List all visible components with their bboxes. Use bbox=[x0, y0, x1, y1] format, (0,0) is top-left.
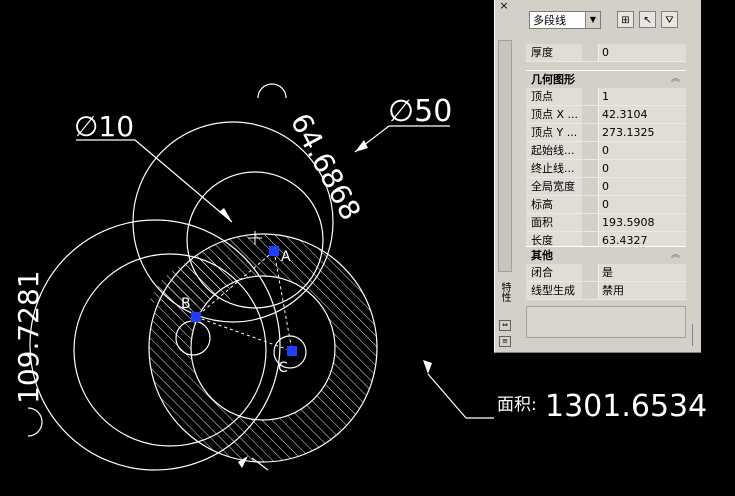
prop-row-global-width[interactable]: 全局宽度 0 bbox=[526, 178, 686, 196]
prop-row-vertex-y[interactable]: 顶点 Y ... 273.1325 bbox=[526, 124, 686, 142]
prop-value[interactable]: 0 bbox=[598, 44, 686, 61]
pickadd-icon: ⊞ bbox=[621, 15, 630, 26]
prop-name: 顶点 X ... bbox=[526, 106, 582, 123]
object-type-value: 多段线 bbox=[533, 14, 566, 27]
prop-value[interactable]: 禁用 bbox=[598, 282, 686, 299]
palette-menu-icon[interactable]: ≡ bbox=[499, 336, 511, 347]
prop-name: 标高 bbox=[526, 196, 582, 213]
resize-grip[interactable] bbox=[692, 324, 699, 346]
close-icon[interactable]: × bbox=[498, 0, 510, 12]
prop-row-end-width[interactable]: 终止线... 0 bbox=[526, 160, 686, 178]
grip-b[interactable] bbox=[191, 312, 201, 322]
area-value: 1301.6534 bbox=[545, 389, 707, 424]
label-b: B bbox=[181, 296, 191, 312]
general-section: 厚度 0 bbox=[526, 44, 686, 62]
quick-select-button[interactable]: ⛛ bbox=[661, 11, 678, 28]
object-type-select[interactable]: 多段线 ▼ bbox=[529, 11, 601, 29]
palette-scrollbar[interactable] bbox=[498, 40, 512, 272]
prop-name: 起始线... bbox=[526, 142, 582, 159]
grip-c[interactable] bbox=[287, 346, 297, 356]
prop-name: 顶点 bbox=[526, 88, 582, 105]
palette-sidebar: × 特性 ⇔ ≡ bbox=[495, 0, 513, 352]
funnel-icon: ⛛ bbox=[665, 15, 674, 26]
label-c: C bbox=[278, 360, 288, 376]
prop-name: 终止线... bbox=[526, 160, 582, 177]
prop-value[interactable]: 0 bbox=[598, 142, 686, 159]
dim-arc-109: 109.7281 bbox=[12, 270, 45, 404]
prop-row-start-width[interactable]: 起始线... 0 bbox=[526, 142, 686, 160]
prop-row-area[interactable]: 面积 193.5908 bbox=[526, 214, 686, 232]
label-a: A bbox=[281, 249, 291, 265]
select-objects-button[interactable]: ↖ bbox=[639, 11, 656, 28]
prop-value[interactable]: 273.1325 bbox=[598, 124, 686, 141]
chevron-down-icon[interactable]: ▼ bbox=[585, 12, 600, 28]
misc-header[interactable]: 其他 ︽ bbox=[526, 246, 686, 264]
prop-row-elevation[interactable]: 标高 0 bbox=[526, 196, 686, 214]
prop-value[interactable]: 0 bbox=[598, 178, 686, 195]
prop-name: 闭合 bbox=[526, 264, 582, 281]
prop-row-vertex-x[interactable]: 顶点 X ... 42.3104 bbox=[526, 106, 686, 124]
prop-value: 193.5908 bbox=[598, 214, 686, 231]
autohide-icon[interactable]: ⇔ bbox=[499, 320, 511, 331]
prop-name: 顶点 Y ... bbox=[526, 124, 582, 141]
collapse-icon[interactable]: ︽ bbox=[671, 247, 680, 264]
grip-a[interactable] bbox=[269, 246, 279, 256]
misc-section: 其他 ︽ 闭合是 线型生成 禁用 bbox=[526, 246, 686, 300]
prop-row-thickness[interactable]: 厚度 0 bbox=[526, 44, 686, 62]
properties-palette[interactable]: × 特性 ⇔ ≡ 多段线 ▼ ⊞ ↖ ⛛ 厚度 0 几何图形 ︽ 顶点 1 顶点 bbox=[494, 0, 701, 353]
prop-row-linetype-gen[interactable]: 线型生成 禁用 bbox=[526, 282, 686, 300]
prop-name: 线型生成 bbox=[526, 282, 582, 299]
area-label: 面积: bbox=[497, 395, 537, 415]
misc-header-label: 其他 bbox=[531, 249, 553, 262]
prop-row-vertex[interactable]: 顶点 1 bbox=[526, 88, 686, 106]
description-panel bbox=[526, 306, 686, 338]
geometry-header[interactable]: 几何图形 ︽ bbox=[526, 70, 686, 88]
prop-value[interactable]: 0 bbox=[598, 160, 686, 177]
prop-name: 面积 bbox=[526, 214, 582, 231]
palette-toolbar: 多段线 ▼ ⊞ ↖ ⛛ bbox=[529, 8, 693, 32]
dim-diameter-10: ∅10 bbox=[74, 110, 134, 143]
palette-title: 特性 bbox=[499, 282, 510, 302]
prop-value[interactable]: 是 bbox=[598, 264, 686, 281]
geometry-section: 几何图形 ︽ 顶点 1 顶点 X ... 42.3104 顶点 Y ... 273.1… bbox=[526, 70, 686, 250]
select-cursor-icon: ↖ bbox=[643, 15, 652, 26]
toggle-pickadd-button[interactable]: ⊞ bbox=[617, 11, 634, 28]
dim-diameter-50: ∅50 bbox=[388, 94, 452, 129]
prop-value[interactable]: 1 bbox=[598, 88, 686, 105]
prop-name: 厚度 bbox=[526, 44, 582, 61]
prop-value[interactable]: 0 bbox=[598, 196, 686, 213]
prop-row-closed[interactable]: 闭合是 bbox=[526, 264, 686, 282]
prop-value[interactable]: 42.3104 bbox=[598, 106, 686, 123]
geometry-header-label: 几何图形 bbox=[531, 73, 575, 86]
prop-name: 全局宽度 bbox=[526, 178, 582, 195]
collapse-icon[interactable]: ︽ bbox=[671, 71, 680, 88]
